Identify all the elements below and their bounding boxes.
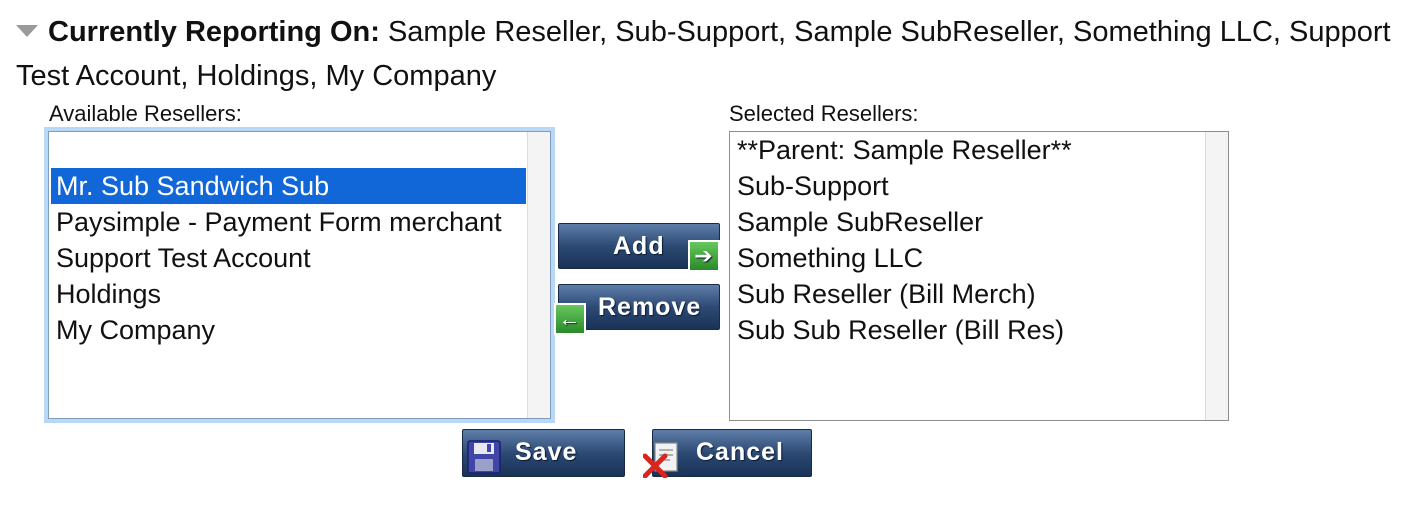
available-reseller-option[interactable]: Paysimple - Payment Form merchant (51, 204, 526, 240)
floppy-disk-icon (467, 440, 501, 474)
selected-resellers-items: **Parent: Sample Reseller** Sub-Support Sa… (732, 132, 1204, 348)
cancel-button[interactable]: Cancel (643, 429, 812, 478)
selected-reseller-option[interactable]: Sample SubReseller (732, 204, 1204, 240)
selected-reseller-option[interactable]: Sub Sub Reseller (Bill Res) (732, 312, 1204, 348)
selected-reseller-option[interactable]: Something LLC (732, 240, 1204, 276)
selected-reseller-option[interactable]: **Parent: Sample Reseller** (732, 132, 1204, 168)
available-reseller-option[interactable] (51, 132, 526, 168)
add-button[interactable]: Add ➔ (558, 223, 720, 272)
available-resellers-label: Available Resellers: (49, 101, 242, 126)
cancel-document-icon (643, 442, 678, 478)
selected-reseller-option[interactable]: Sub-Support (732, 168, 1204, 204)
selected-list-scrollbar[interactable] (1205, 132, 1228, 420)
save-button-label: Save (515, 438, 578, 466)
reporting-header: Currently Reporting On: Sample Reseller,… (16, 10, 1416, 98)
arrow-left-icon: ← (554, 303, 586, 335)
available-resellers-items: Mr. Sub Sandwich Sub Paysimple - Payment … (51, 132, 526, 348)
reporting-label: Currently Reporting On: (48, 16, 380, 48)
selected-reseller-option[interactable]: Sub Reseller (Bill Merch) (732, 276, 1204, 312)
save-button[interactable]: Save (462, 429, 625, 477)
cancel-button-label: Cancel (696, 438, 784, 466)
available-reseller-option[interactable]: Mr. Sub Sandwich Sub (51, 168, 526, 204)
triangle-down-icon[interactable] (16, 25, 38, 38)
available-resellers-list[interactable]: Mr. Sub Sandwich Sub Paysimple - Payment … (48, 131, 551, 419)
arrow-right-icon: ➔ (688, 240, 720, 272)
selected-resellers-list[interactable]: **Parent: Sample Reseller** Sub-Support Sa… (729, 131, 1229, 421)
selected-resellers-label: Selected Resellers: (729, 101, 919, 126)
available-list-scrollbar[interactable] (527, 132, 550, 418)
remove-button[interactable]: ← Remove (554, 284, 720, 335)
available-reseller-option[interactable]: Support Test Account (51, 240, 526, 276)
available-reseller-option[interactable]: Holdings (51, 276, 526, 312)
remove-button-label: Remove (598, 293, 702, 321)
available-reseller-option[interactable]: My Company (51, 312, 526, 348)
add-button-label: Add (613, 232, 665, 260)
